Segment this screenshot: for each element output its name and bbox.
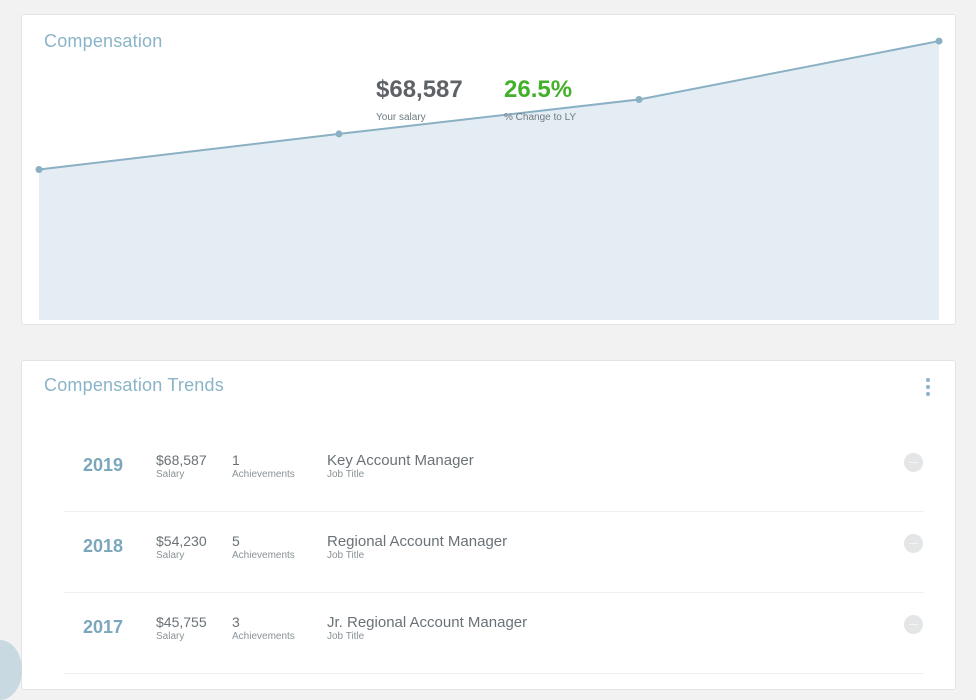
achievements-value: 3 [232, 614, 240, 630]
achievements-cell: 3 Achievements [232, 614, 295, 643]
salary-cell: $45,755 Salary [156, 614, 207, 643]
salary-label: Salary [156, 631, 185, 642]
data-point-2017[interactable] [335, 130, 343, 138]
change-kpi: 26.5% % Change to LY [504, 73, 576, 123]
salary-label: Salary [156, 550, 185, 561]
data-point-2019[interactable] [935, 37, 943, 45]
job-title-label: Job Title [327, 469, 365, 480]
achievements-label: Achievements [232, 550, 295, 561]
job-title-label: Job Title [327, 631, 365, 642]
compensation-trends-title: Compensation Trends [44, 375, 224, 395]
job-title-label: Job Title [327, 550, 365, 561]
job-title-value: Jr. Regional Account Manager [327, 614, 528, 631]
achievements-cell: 1 Achievements [232, 452, 295, 481]
compensation-card: Compensation $68,587 Your salary 26.5% %… [21, 14, 956, 325]
salary-cell: $68,587 Salary [156, 452, 207, 481]
trend-year: 2019 [83, 455, 124, 475]
salary-kpi: $68,587 Your salary [376, 73, 463, 123]
job-title-cell: Regional Account Manager Job Title [327, 533, 507, 562]
collapse-row-icon[interactable] [904, 615, 923, 634]
help-bubble[interactable] [0, 640, 22, 700]
trend-year: 2017 [83, 617, 124, 637]
trend-row-2019[interactable]: 2019 $68,587 Salary 1 Achievements Key A… [64, 431, 924, 512]
compensation-chart [35, 37, 943, 321]
achievements-value: 1 [232, 452, 240, 468]
salary-value: $45,755 [156, 614, 207, 630]
achievements-cell: 5 Achievements [232, 533, 295, 562]
achievements-label: Achievements [232, 631, 295, 642]
job-title-value: Key Account Manager [327, 452, 474, 469]
job-title-cell: Jr. Regional Account Manager Job Title [327, 614, 527, 643]
job-title-cell: Key Account Manager Job Title [327, 452, 474, 481]
collapse-row-icon[interactable] [904, 534, 923, 553]
salary-value: $54,230 [156, 533, 207, 549]
vertical-dots-icon[interactable] [923, 378, 933, 400]
job-title-value: Regional Account Manager [327, 533, 508, 550]
salary-value: $68,587 [156, 452, 207, 468]
achievements-label: Achievements [232, 469, 295, 480]
trend-row-2018[interactable]: 2018 $54,230 Salary 5 Achievements Regio… [64, 512, 924, 593]
salary-cell: $54,230 Salary [156, 533, 207, 562]
change-value: 26.5% [504, 76, 573, 103]
data-point-2016[interactable] [35, 166, 43, 174]
salary-label: Salary [156, 469, 185, 480]
collapse-row-icon[interactable] [904, 453, 923, 472]
salary-label: Your salary [376, 112, 426, 123]
trend-year: 2018 [83, 536, 124, 556]
change-label: % Change to LY [504, 112, 577, 123]
data-point-2018[interactable] [635, 95, 643, 103]
trend-row-2017[interactable]: 2017 $45,755 Salary 3 Achievements Jr. R… [64, 593, 924, 674]
compensation-trends-card: Compensation Trends 2019 $68,587 Salary … [21, 360, 956, 690]
achievements-value: 5 [232, 533, 240, 549]
compensation-title: Compensation [44, 31, 163, 51]
series-area [39, 41, 939, 321]
salary-value: $68,587 [376, 76, 463, 103]
